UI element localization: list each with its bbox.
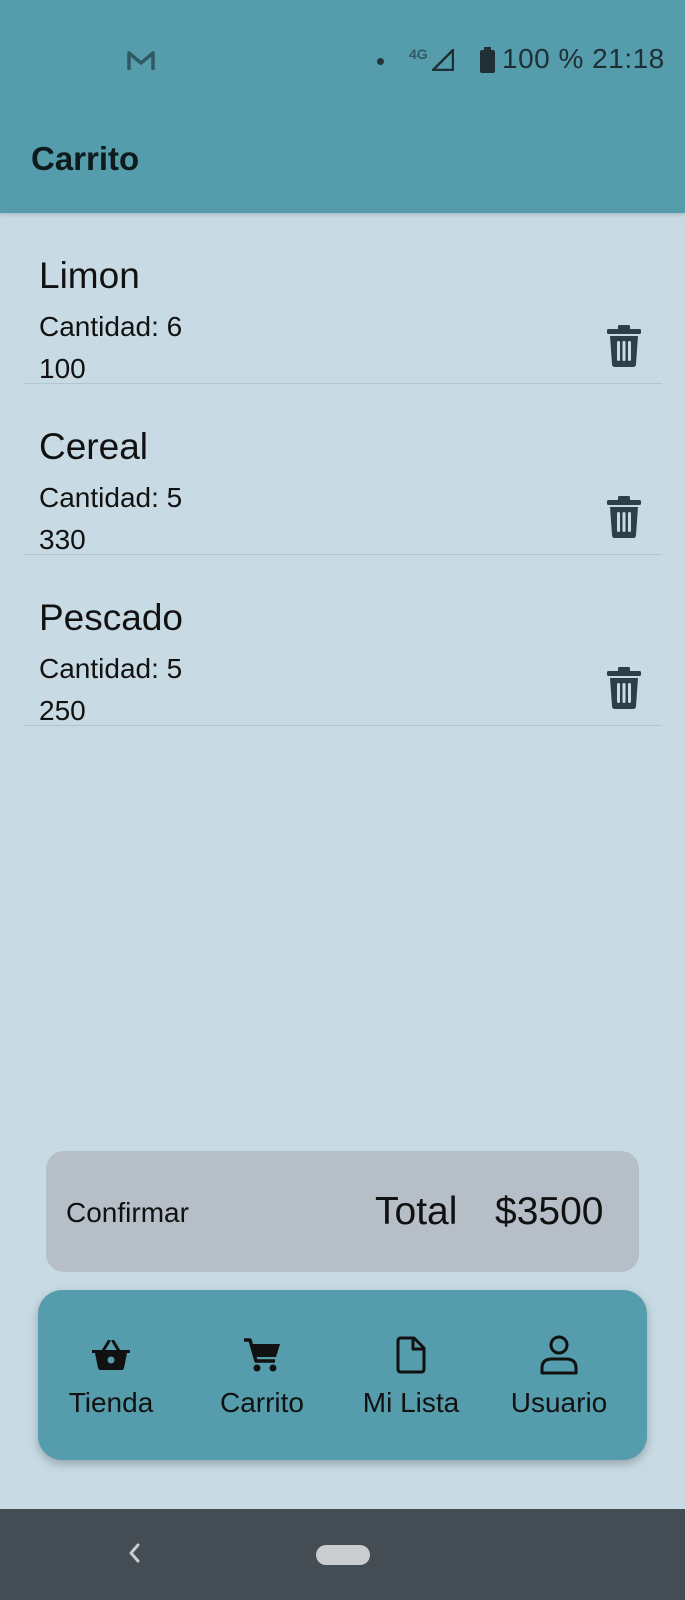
trash-icon bbox=[607, 325, 641, 367]
nav-item-usuario[interactable]: Usuario bbox=[484, 1290, 634, 1460]
cart-icon bbox=[244, 1338, 280, 1372]
nav-item-carrito[interactable]: Carrito bbox=[187, 1290, 337, 1460]
status-bar: 4G 100 % 21:18 bbox=[0, 0, 685, 120]
gmail-icon bbox=[127, 51, 155, 70]
nav-item-mi-lista[interactable]: Mi Lista bbox=[336, 1290, 486, 1460]
item-price: 250 bbox=[39, 695, 86, 726]
bottom-nav: Tienda Carrito Mi Lista Usuario bbox=[38, 1290, 647, 1460]
user-icon bbox=[540, 1335, 578, 1375]
nav-label: Tienda bbox=[68, 1387, 154, 1418]
nav-label: Mi Lista bbox=[362, 1387, 460, 1418]
delete-item-button[interactable] bbox=[604, 323, 644, 369]
trash-icon bbox=[607, 496, 641, 538]
item-name: Limon bbox=[39, 255, 140, 296]
nav-item-tienda[interactable]: Tienda bbox=[36, 1290, 186, 1460]
cart-item: Cereal Cantidad: 5 330 bbox=[24, 384, 662, 555]
app-bar: Carrito bbox=[0, 120, 685, 213]
signal-icon bbox=[432, 49, 454, 71]
system-nav-bar bbox=[0, 1509, 685, 1600]
cart-item: Limon Cantidad: 6 100 bbox=[24, 213, 662, 384]
item-quantity: Cantidad: 5 bbox=[39, 482, 183, 513]
trash-icon bbox=[607, 667, 641, 709]
delete-item-button[interactable] bbox=[604, 665, 644, 711]
page-title: Carrito bbox=[31, 140, 140, 177]
item-quantity: Cantidad: 5 bbox=[39, 653, 183, 684]
item-price: 100 bbox=[39, 353, 86, 384]
battery-icon bbox=[480, 47, 495, 73]
back-icon[interactable] bbox=[124, 1539, 144, 1567]
item-price: 330 bbox=[39, 524, 86, 555]
item-name: Cereal bbox=[39, 426, 148, 467]
nav-label: Carrito bbox=[219, 1387, 304, 1418]
nav-label: Usuario bbox=[510, 1387, 608, 1418]
confirm-button[interactable]: Confirmar bbox=[66, 1197, 189, 1229]
cart-item: Pescado Cantidad: 5 250 bbox=[24, 555, 662, 726]
order-summary-bar: Confirmar Total $3500 bbox=[46, 1151, 639, 1272]
item-quantity: Cantidad: 6 bbox=[39, 311, 183, 342]
basket-icon bbox=[92, 1340, 130, 1370]
total-label: Total bbox=[375, 1190, 458, 1233]
cart-list: Limon Cantidad: 6 100 Cereal Cantidad: 5… bbox=[24, 213, 662, 726]
notification-dot-icon bbox=[377, 58, 384, 65]
total-value: $3500 bbox=[495, 1190, 604, 1233]
item-name: Pescado bbox=[39, 597, 183, 638]
battery-time-text: 100 % 21:18 bbox=[502, 43, 665, 74]
document-icon bbox=[396, 1336, 426, 1374]
home-pill-icon[interactable] bbox=[316, 1545, 370, 1565]
network-type: 4G bbox=[409, 46, 428, 62]
delete-item-button[interactable] bbox=[604, 494, 644, 540]
